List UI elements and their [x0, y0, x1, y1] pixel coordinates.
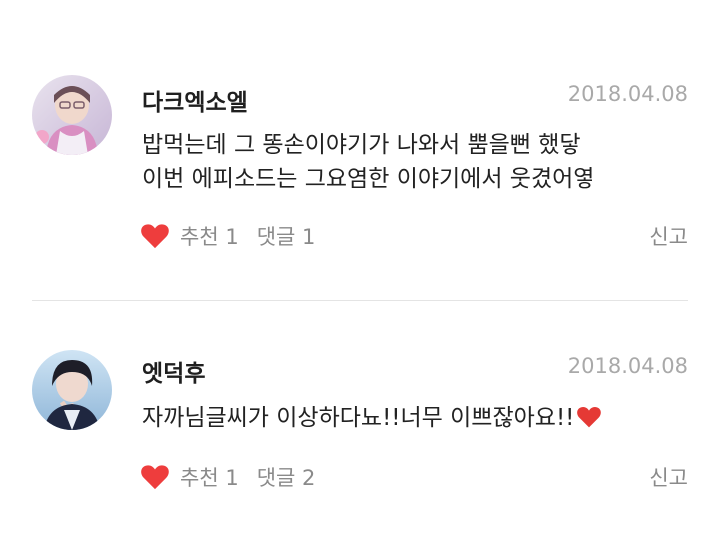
comment-actions: 추천 1 댓글 2 신고 [140, 460, 688, 494]
recommend-count[interactable]: 추천 1 [180, 462, 239, 492]
comment-item: 엣덕후 2018.04.08 자까님글씨가 이상하다뇨!!너무 이쁘잖아요!! … [0, 0, 720, 540]
heart-emoji-icon [577, 406, 602, 428]
user-avatar-icon [32, 350, 112, 430]
comment-body: 자까님글씨가 이상하다뇨!!너무 이쁘잖아요!! [142, 401, 702, 435]
reply-count[interactable]: 댓글 2 [257, 462, 316, 492]
comment-author[interactable]: 엣덕후 [142, 354, 205, 388]
comment-line: 자까님글씨가 이상하다뇨!!너무 이쁘잖아요!! [142, 405, 575, 431]
avatar[interactable] [32, 350, 112, 430]
report-button[interactable]: 신고 [649, 462, 688, 492]
comment-date: 2018.04.08 [567, 354, 688, 378]
heart-icon[interactable] [140, 463, 170, 491]
